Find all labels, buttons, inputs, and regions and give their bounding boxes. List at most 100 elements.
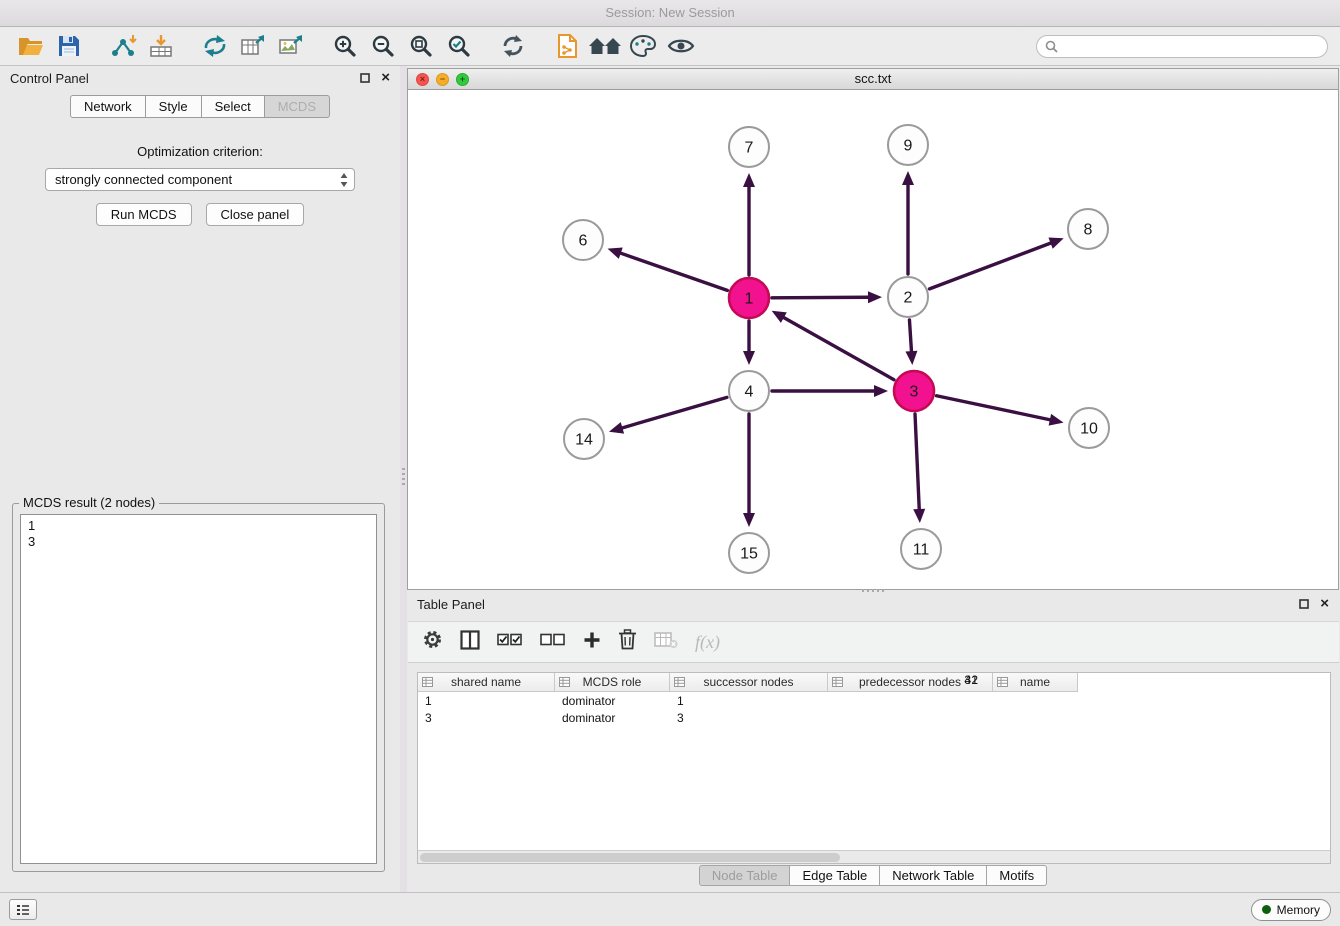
svg-text:2: 2 <box>904 290 913 307</box>
zoom-window-button[interactable]: + <box>456 73 469 86</box>
scrollbar-handle[interactable] <box>420 853 840 862</box>
graph-node-15[interactable]: 15 <box>729 533 769 573</box>
tab-edge-table[interactable]: Edge Table <box>789 865 880 886</box>
tab-select[interactable]: Select <box>201 95 265 118</box>
graph-edge-2-8[interactable] <box>930 243 1051 289</box>
close-window-button[interactable]: × <box>416 73 429 86</box>
zoom-out-button[interactable] <box>364 30 402 62</box>
graph-node-10[interactable]: 10 <box>1069 408 1109 448</box>
graph-node-3[interactable]: 3 <box>894 371 934 411</box>
save-session-button[interactable] <box>50 30 88 62</box>
graph-edge-3-11[interactable] <box>915 414 919 509</box>
graph-node-8[interactable]: 8 <box>1068 209 1108 249</box>
home-views-button[interactable] <box>586 30 624 62</box>
open-session-button[interactable] <box>12 30 50 62</box>
memory-button[interactable]: Memory <box>1251 899 1331 921</box>
minimize-window-button[interactable]: − <box>436 73 449 86</box>
graph-edge-3-10[interactable] <box>937 396 1050 420</box>
graph-edge-4-14[interactable] <box>622 397 727 427</box>
table-cell[interactable]: 1 <box>418 694 555 708</box>
search-field[interactable] <box>1036 35 1328 58</box>
graph-node-2[interactable]: 2 <box>888 277 928 317</box>
graph-node-1[interactable]: 1 <box>729 278 769 318</box>
select-all-button[interactable] <box>497 632 523 652</box>
graph-edge-1-6[interactable] <box>621 253 728 290</box>
tab-motifs[interactable]: Motifs <box>986 865 1047 886</box>
add-row-button[interactable] <box>583 631 601 654</box>
table-cell[interactable]: dominator <box>555 711 670 725</box>
zoom-selected-icon <box>447 34 471 58</box>
edge-arrowhead <box>608 248 623 259</box>
graph-node-7[interactable]: 7 <box>729 127 769 167</box>
table-cell[interactable]: 3 <box>418 711 555 725</box>
graph-node-6[interactable]: 6 <box>563 220 603 260</box>
table-body: 1dominator4113dominator323 <box>418 692 1330 726</box>
svg-text:1: 1 <box>745 291 754 308</box>
float-icon <box>1299 599 1309 609</box>
right-area: × − + scc.txt 1234678910111415 Table Pan… <box>407 66 1340 892</box>
graph-node-9[interactable]: 9 <box>888 125 928 165</box>
network-window-titlebar[interactable]: × − + scc.txt <box>408 69 1338 90</box>
export-table-button[interactable] <box>234 30 272 62</box>
graph-edge-1-2[interactable] <box>772 297 868 298</box>
export-image-button[interactable] <box>272 30 310 62</box>
graph-node-11[interactable]: 11 <box>901 529 941 569</box>
edge-arrowhead <box>902 171 914 185</box>
network-canvas[interactable]: 1 2 3 4 6 7 8 9 10 11 14 15 <box>408 90 1338 589</box>
tab-style[interactable]: Style <box>145 95 202 118</box>
table-row[interactable]: 3dominator323 <box>418 709 1330 726</box>
run-mcds-button[interactable]: Run MCDS <box>96 203 192 226</box>
import-table-button[interactable] <box>142 30 180 62</box>
document-share-button[interactable] <box>548 30 586 62</box>
table-cell[interactable]: 1 <box>670 694 755 708</box>
close-panel-button[interactable]: × <box>381 72 390 84</box>
edge-arrowhead <box>913 509 925 523</box>
zoom-selected-button[interactable] <box>440 30 478 62</box>
close-panel-button-2[interactable]: Close panel <box>206 203 305 226</box>
table-cell[interactable]: dominator <box>555 694 670 708</box>
refresh-layout-button[interactable] <box>494 30 532 62</box>
zoom-fit-button[interactable] <box>402 30 440 62</box>
criterion-select[interactable]: strongly connected component <box>45 168 355 191</box>
column-header-successor-nodes[interactable]: successor nodes <box>670 673 828 692</box>
deselect-all-button[interactable] <box>540 632 566 652</box>
graph-node-14[interactable]: 14 <box>564 419 604 459</box>
table-settings-button[interactable] <box>422 629 443 655</box>
table-cell[interactable]: 3 <box>670 711 755 725</box>
search-input[interactable] <box>1063 39 1319 53</box>
close-table-panel-button[interactable]: × <box>1320 598 1329 610</box>
mcds-result-list[interactable]: 1 3 <box>20 514 377 864</box>
float-panel-button[interactable] <box>359 72 371 84</box>
graph-edge-3-1[interactable] <box>784 318 894 380</box>
export-image-icon <box>278 34 304 58</box>
svg-text:9: 9 <box>904 138 913 155</box>
column-header-name[interactable]: name <box>993 673 1078 692</box>
table-h-scrollbar[interactable] <box>418 850 1330 863</box>
edge-arrowhead <box>905 351 917 365</box>
tab-network[interactable]: Network <box>70 95 146 118</box>
graph-edge-2-3[interactable] <box>909 320 911 351</box>
float-table-panel-button[interactable] <box>1298 598 1310 610</box>
style-button[interactable] <box>624 30 662 62</box>
tab-mcds[interactable]: MCDS <box>264 95 330 118</box>
show-panel-button[interactable] <box>9 899 37 920</box>
column-header-MCDS-role[interactable]: MCDS role <box>555 673 670 692</box>
edge-arrowhead <box>1049 414 1064 426</box>
homes-icon <box>588 35 622 57</box>
delete-row-button[interactable] <box>618 629 637 655</box>
zoom-out-icon <box>371 34 395 58</box>
table-cell[interactable]: 2 <box>825 673 990 863</box>
graph-svg[interactable]: 1 2 3 4 6 7 8 9 10 11 14 15 <box>408 90 1338 589</box>
column-header-shared-name[interactable]: shared name <box>418 673 555 692</box>
show-hide-button[interactable] <box>662 30 700 62</box>
network-tools-button[interactable] <box>196 30 234 62</box>
show-columns-button[interactable] <box>460 630 480 655</box>
application-window: Session: New Session <box>0 0 1340 926</box>
graph-node-4[interactable]: 4 <box>729 371 769 411</box>
zoom-in-button[interactable] <box>326 30 364 62</box>
tab-network-table[interactable]: Network Table <box>879 865 987 886</box>
vertical-splitter[interactable] <box>400 66 407 892</box>
eye-icon <box>667 36 695 56</box>
tab-node-table[interactable]: Node Table <box>699 865 791 886</box>
import-network-button[interactable] <box>104 30 142 62</box>
